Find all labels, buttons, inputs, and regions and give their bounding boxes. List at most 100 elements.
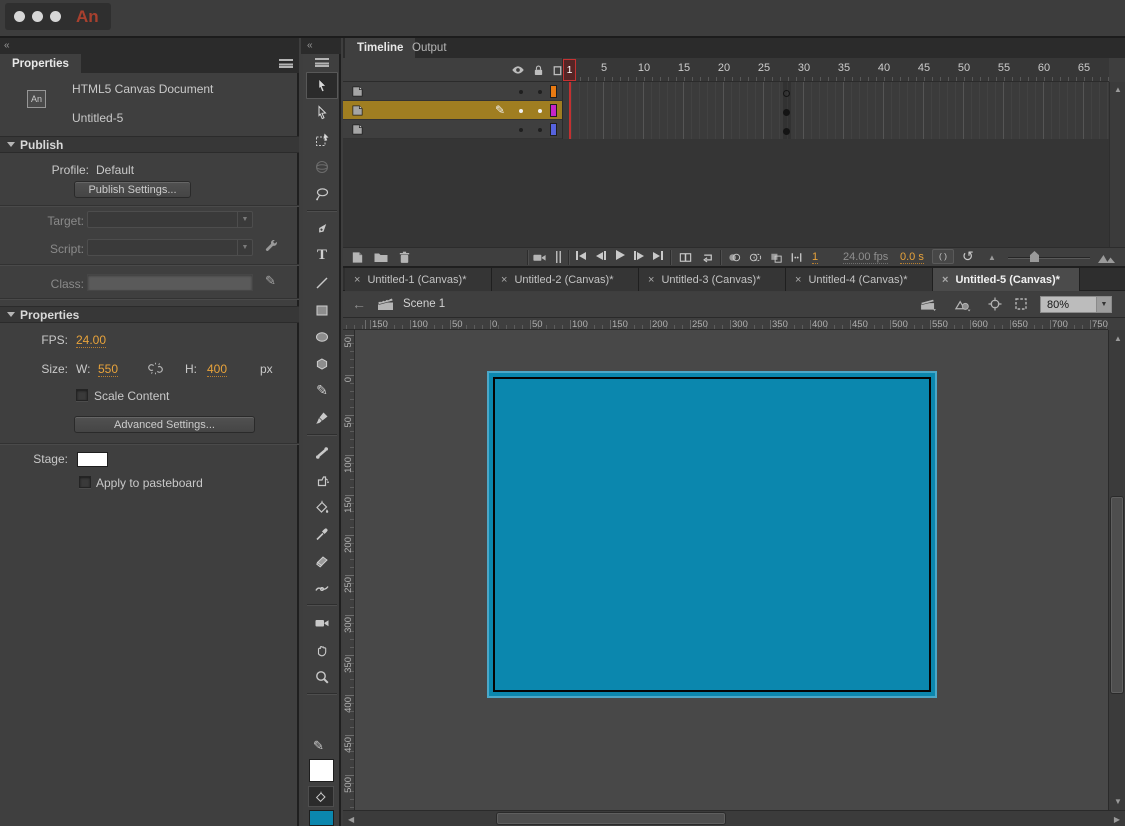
scroll-left-icon[interactable]: ◀ — [348, 815, 354, 824]
loop-button[interactable] — [699, 249, 715, 265]
panel-menu-icon[interactable] — [279, 59, 293, 68]
fill-color-swatch[interactable] — [309, 810, 334, 826]
reset-timeline-zoom-icon[interactable]: ↺ — [962, 248, 974, 265]
play-button[interactable] — [616, 250, 625, 260]
paint-bucket-tool[interactable] — [306, 493, 338, 520]
layer-outline-color-swatch[interactable] — [550, 123, 557, 136]
scroll-up-icon[interactable]: ▲ — [1114, 85, 1122, 94]
elapsed-time-value[interactable]: 0.0 s — [900, 251, 924, 264]
rectangle-tool[interactable] — [306, 296, 338, 323]
onion-skin-button[interactable] — [726, 249, 743, 265]
vertical-scrollbar-thumb[interactable] — [1111, 497, 1123, 693]
stage-canvas[interactable] — [487, 371, 937, 698]
go-to-first-frame-button[interactable] — [576, 251, 586, 260]
width-value[interactable]: 550 — [98, 362, 118, 377]
bone-tool[interactable] — [306, 439, 338, 466]
document-tab-5[interactable]: ×Untitled-5 (Canvas)* — [933, 268, 1080, 291]
delete-layer-trash-icon[interactable] — [396, 249, 412, 265]
center-frame-button[interactable] — [677, 249, 693, 265]
playhead-line[interactable] — [569, 82, 571, 139]
unlink-dimensions-icon[interactable] — [146, 360, 164, 377]
width-tool[interactable] — [306, 574, 338, 601]
layer-frames[interactable] — [562, 101, 1109, 120]
keyframe-filled[interactable] — [783, 128, 790, 135]
brush-tool[interactable] — [306, 404, 338, 431]
step-back-button[interactable] — [596, 251, 606, 260]
fill-color-bucket-icon[interactable] — [308, 786, 334, 807]
layer-frames[interactable] — [562, 120, 1109, 139]
zoom-level-select[interactable]: 80% ▼ — [1040, 296, 1112, 313]
collapse-tools-icon[interactable]: « — [307, 40, 314, 51]
collapse-toolbar-icon[interactable]: ▲ — [988, 253, 996, 262]
drawn-rectangle[interactable] — [493, 377, 931, 692]
layer-visibility-dot[interactable] — [519, 109, 523, 113]
text-tool[interactable]: T — [306, 242, 338, 269]
camera-tool[interactable] — [306, 609, 338, 636]
close-icon[interactable]: × — [942, 274, 948, 286]
close-icon[interactable]: × — [354, 274, 360, 286]
advanced-settings-button[interactable]: Advanced Settings... — [74, 416, 255, 433]
playhead-marker[interactable]: 1 — [563, 59, 576, 81]
ink-bottle-tool[interactable] — [306, 466, 338, 493]
timeline-frame-ruler[interactable]: 1 5101520253035404550556065 — [343, 58, 1109, 82]
modify-markers-button[interactable] — [788, 249, 805, 265]
apply-pasteboard-checkbox[interactable] — [79, 476, 91, 488]
eyedropper-tool[interactable] — [306, 520, 338, 547]
tools-menu-icon[interactable] — [315, 58, 329, 67]
onion-skin-outlines-button[interactable] — [747, 249, 764, 265]
hand-tool[interactable] — [306, 636, 338, 663]
edit-class-pencil-icon[interactable]: ✎ — [265, 273, 276, 289]
keyframe-hollow[interactable] — [783, 90, 790, 97]
wrench-icon[interactable] — [262, 238, 280, 256]
scale-content-checkbox[interactable] — [76, 389, 88, 401]
3d-rotation-tool[interactable] — [306, 153, 338, 180]
layer-visibility-dot[interactable] — [519, 90, 523, 94]
subselection-tool[interactable] — [306, 99, 338, 126]
layer-outline-color-swatch[interactable] — [550, 104, 557, 117]
stage-color-swatch[interactable] — [77, 452, 108, 467]
stroke-color-pencil-icon[interactable]: ✎ — [313, 738, 324, 754]
layer-row-expanded[interactable]: ✎ — [343, 101, 1109, 120]
window-minimize-button[interactable] — [32, 11, 43, 22]
stroke-color-swatch[interactable] — [309, 759, 334, 782]
zoom-tool[interactable] — [306, 663, 338, 690]
layer-visibility-dot[interactable] — [519, 128, 523, 132]
frame-rate-value[interactable]: 24.00 fps — [843, 251, 888, 264]
scroll-up-icon[interactable]: ▲ — [1114, 334, 1122, 343]
properties-section-header[interactable]: Properties — [0, 306, 299, 323]
eraser-tool[interactable] — [306, 547, 338, 574]
pencil-tool[interactable]: ✎ — [306, 377, 338, 404]
horizontal-scrollbar[interactable]: ◀ ▶ — [343, 810, 1125, 826]
window-zoom-button[interactable] — [50, 11, 61, 22]
target-dropdown[interactable]: ▼ — [87, 211, 253, 228]
script-dropdown[interactable]: ▼ — [87, 239, 253, 256]
scene-name[interactable]: Scene 1 — [403, 298, 445, 310]
publish-section-header[interactable]: Publish — [0, 136, 299, 153]
loop-range-button[interactable]: ( ) — [932, 249, 954, 264]
document-tab-2[interactable]: ×Untitled-2 (Canvas)* — [492, 268, 639, 291]
close-icon[interactable]: × — [795, 274, 801, 286]
step-forward-button[interactable] — [634, 251, 644, 260]
free-transform-tool[interactable] — [306, 126, 338, 153]
scroll-down-icon[interactable]: ▼ — [1114, 797, 1122, 806]
lock-icon[interactable] — [531, 63, 545, 77]
tab-output[interactable]: Output — [400, 38, 459, 58]
fps-value[interactable]: 24.00 — [76, 333, 106, 348]
polystar-tool[interactable] — [306, 350, 338, 377]
frame-number-ruler[interactable]: 1 5101520253035404550556065 — [562, 58, 1109, 81]
oval-tool[interactable] — [306, 323, 338, 350]
edit-multiple-frames-button[interactable] — [768, 249, 785, 265]
tab-properties[interactable]: Properties — [0, 54, 81, 73]
layer-lock-dot[interactable] — [538, 128, 542, 132]
horizontal-scrollbar-thumb[interactable] — [497, 813, 725, 824]
document-tab-1[interactable]: ×Untitled-1 (Canvas)* — [345, 268, 492, 291]
timeline-zoom-slider-track[interactable] — [1008, 257, 1090, 259]
selection-tool[interactable] — [306, 72, 338, 99]
current-frame-value[interactable]: 1 — [812, 251, 818, 264]
scroll-right-icon[interactable]: ▶ — [1114, 815, 1120, 824]
camera-button[interactable] — [531, 249, 548, 265]
class-input[interactable] — [87, 274, 253, 291]
center-stage-crosshair-icon[interactable] — [986, 295, 1004, 313]
document-name[interactable]: Untitled-5 — [72, 111, 123, 125]
edit-scene-button[interactable] — [918, 296, 938, 312]
